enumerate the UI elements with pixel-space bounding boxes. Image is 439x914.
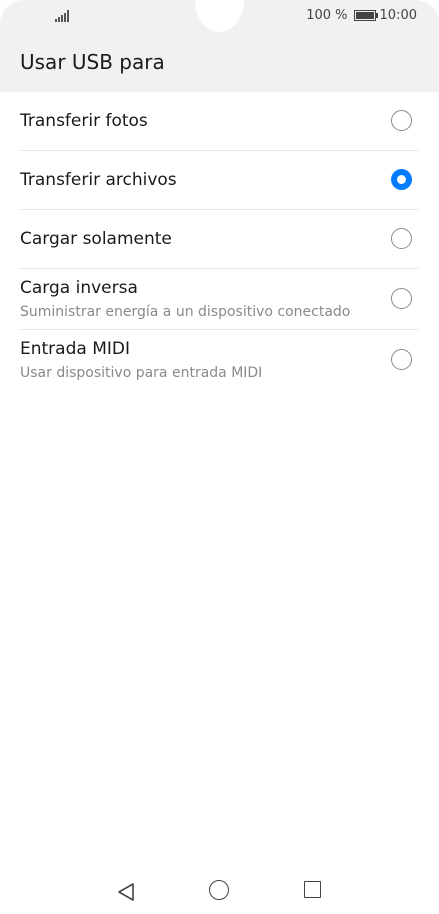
option-transfer-photos[interactable]: Transferir fotos <box>20 92 419 151</box>
usb-options-list: Transferir fotos Transferir archivos Car… <box>20 92 419 390</box>
option-reverse-charge[interactable]: Carga inversa Suministrar energía a un d… <box>20 269 419 330</box>
battery-icon <box>353 10 378 21</box>
option-transfer-files[interactable]: Transferir archivos <box>20 151 419 210</box>
home-icon[interactable] <box>209 880 229 900</box>
top-bar: 100 % 10:00 Usar USB para <box>0 0 439 92</box>
screen-corner-left <box>0 0 48 48</box>
camera-notch <box>195 0 244 32</box>
screen-corner-right <box>391 0 439 48</box>
status-right: 100 % 10:00 <box>306 8 417 23</box>
radio-button-selected[interactable] <box>391 169 412 190</box>
radio-button[interactable] <box>391 349 412 370</box>
option-charge-only[interactable]: Cargar solamente <box>20 210 419 269</box>
option-label: Transferir fotos <box>20 111 148 131</box>
recent-apps-icon[interactable] <box>304 881 321 898</box>
signal-icon <box>55 10 71 22</box>
clock: 10:00 <box>379 8 417 23</box>
radio-button[interactable] <box>391 288 412 309</box>
option-label: Entrada MIDI <box>20 339 130 359</box>
option-label: Cargar solamente <box>20 229 172 249</box>
radio-button[interactable] <box>391 228 412 249</box>
radio-button[interactable] <box>391 110 412 131</box>
page-title: Usar USB para <box>20 50 165 74</box>
option-sublabel: Suministrar energía a un dispositivo con… <box>20 304 351 320</box>
navigation-bar <box>0 870 439 910</box>
option-label: Carga inversa <box>20 278 138 298</box>
back-icon[interactable] <box>116 882 136 902</box>
option-label: Transferir archivos <box>20 170 177 190</box>
battery-percent: 100 % <box>306 8 348 23</box>
option-sublabel: Usar dispositivo para entrada MIDI <box>20 365 263 381</box>
option-midi-input[interactable]: Entrada MIDI Usar dispositivo para entra… <box>20 330 419 390</box>
